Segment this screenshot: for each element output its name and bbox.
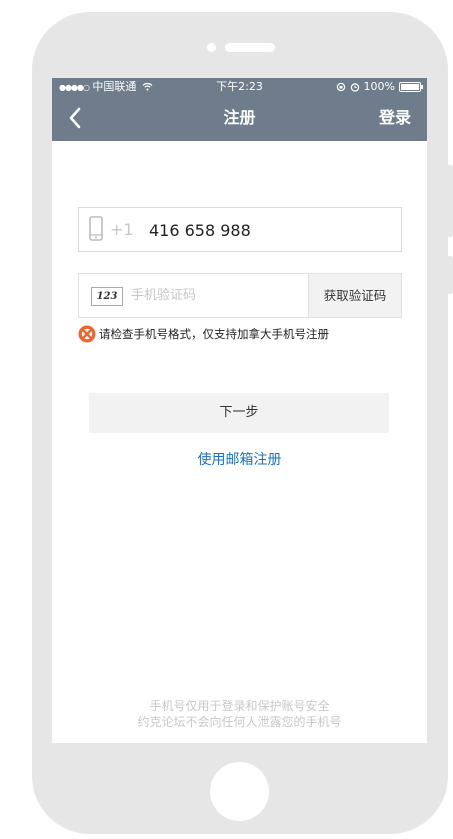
- page-title: 注册: [223, 108, 256, 127]
- error-x-icon: [78, 325, 96, 343]
- next-step-button[interactable]: 下一步: [89, 393, 389, 433]
- phone-number-field[interactable]: +1 416 658 988: [78, 207, 402, 252]
- battery-icon: [399, 81, 423, 92]
- login-button[interactable]: 登录: [379, 95, 411, 141]
- orientation-lock-icon: [336, 82, 345, 91]
- privacy-notice-line-1: 手机号仅用于登录和保护账号安全: [149, 699, 330, 713]
- error-text: 请检查手机号格式，仅支持加拿大手机号注册: [99, 327, 329, 341]
- register-with-email-link[interactable]: 使用邮箱注册: [52, 449, 427, 471]
- status-bar: ●●●●○ 中国联通 下午2:23 100%: [52, 78, 427, 95]
- phone-number-input[interactable]: 416 658 988: [149, 208, 251, 253]
- mobile-phone-icon: [89, 216, 103, 241]
- get-code-button[interactable]: 获取验证码: [308, 274, 401, 317]
- battery-percent: 100%: [363, 80, 395, 93]
- captcha-icon: 123: [91, 287, 123, 306]
- alarm-icon: [350, 82, 359, 92]
- verification-code-field: 123 获取验证码: [78, 273, 402, 318]
- privacy-notice: 手机号仅用于登录和保护账号安全 约克论坛不会向任何人泄露您的手机号: [52, 698, 427, 730]
- privacy-notice-line-2: 约克论坛不会向任何人泄露您的手机号: [137, 715, 342, 729]
- verification-code-input[interactable]: [131, 274, 301, 317]
- earpiece-speaker: [225, 43, 275, 52]
- home-button[interactable]: [210, 762, 269, 821]
- front-camera: [207, 43, 216, 52]
- error-message: 请检查手机号格式，仅支持加拿大手机号注册: [78, 324, 408, 344]
- navigation-bar: 注册 登录: [52, 95, 427, 141]
- app-screen: ●●●●○ 中国联通 下午2:23 100% 注册 登录 +1 416 658 …: [52, 78, 427, 743]
- power-button: [448, 256, 453, 294]
- volume-button: [448, 165, 453, 237]
- status-right: 100%: [336, 78, 423, 95]
- country-code[interactable]: +1: [110, 208, 134, 251]
